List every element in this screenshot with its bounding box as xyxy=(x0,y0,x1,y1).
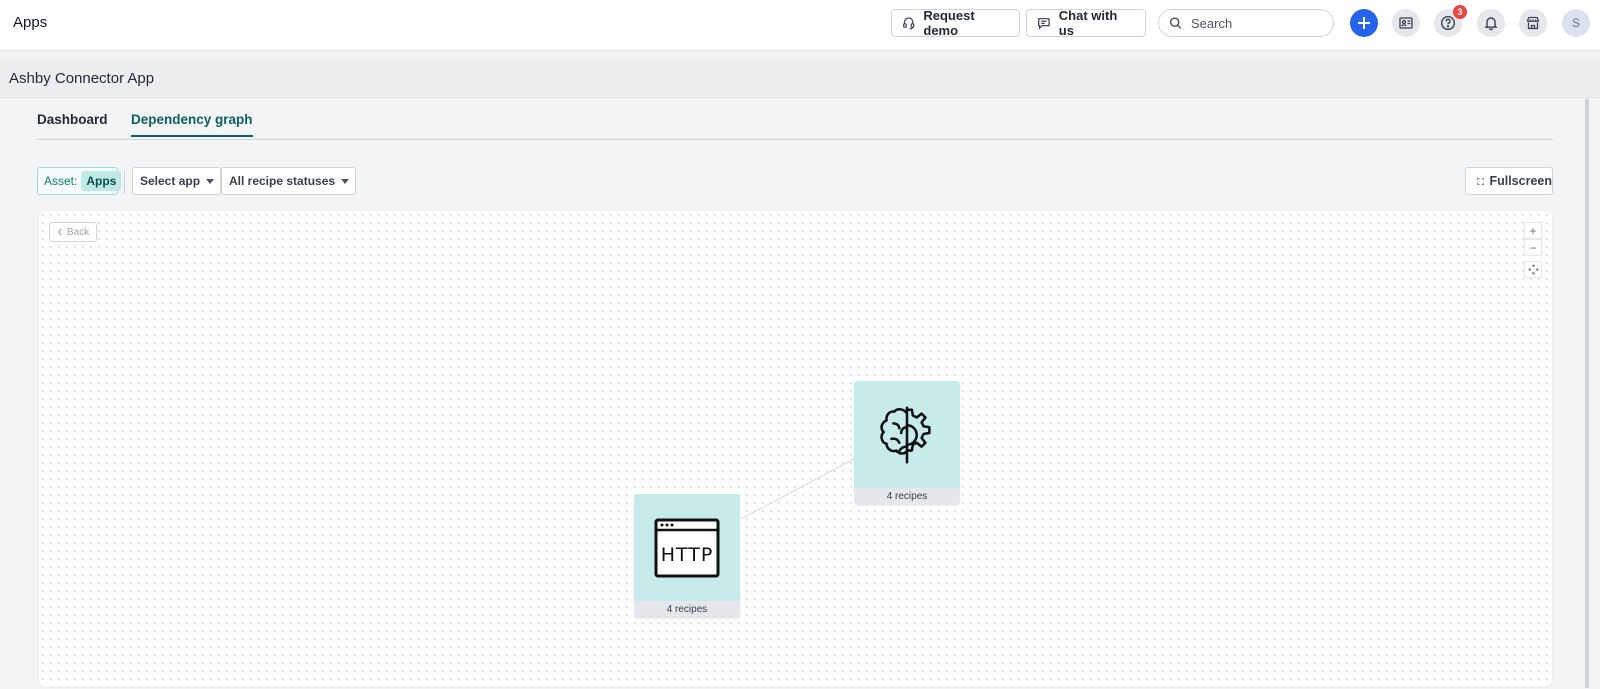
store-icon xyxy=(1526,16,1540,30)
fullscreen-button[interactable]: Fullscreen xyxy=(1465,167,1553,195)
vertical-scrollbar[interactable] xyxy=(1585,99,1589,688)
bell-icon xyxy=(1484,17,1498,31)
notification-count-badge: 3 xyxy=(1453,5,1467,19)
request-demo-button[interactable]: Request demo xyxy=(891,8,1020,38)
node-recipe-count: 4 recipes xyxy=(854,488,960,505)
node-icon-area: HTTP xyxy=(634,494,740,601)
user-avatar[interactable]: S xyxy=(1562,9,1590,37)
select-app-dropdown[interactable]: Select app xyxy=(132,167,222,195)
notifications-button[interactable] xyxy=(1477,9,1505,37)
request-demo-label: Request demo xyxy=(923,8,975,38)
avatar-initial: S xyxy=(1571,16,1580,30)
recipe-status-dropdown[interactable]: All recipe statuses xyxy=(221,167,357,195)
brain-gear-icon xyxy=(880,406,931,463)
chat-bubble-icon xyxy=(1038,18,1050,30)
help-button[interactable]: 3 xyxy=(1434,5,1467,37)
http-icon: HTTP xyxy=(654,518,720,577)
tab-dashboard[interactable]: Dashboard xyxy=(37,112,108,135)
question-circle-icon xyxy=(1440,15,1456,31)
page-header: Ashby Connector App xyxy=(0,59,1600,98)
id-card-icon xyxy=(1399,17,1413,29)
search-icon xyxy=(1169,17,1182,29)
caret-down-icon xyxy=(341,178,350,184)
app-title: Apps xyxy=(13,14,48,31)
svg-text:HTTP: HTTP xyxy=(661,544,714,566)
marketplace-button[interactable] xyxy=(1519,9,1547,37)
asset-filter[interactable]: Asset: Apps xyxy=(37,167,122,195)
create-new-button[interactable] xyxy=(1350,9,1378,37)
workspace-switcher-button[interactable] xyxy=(1392,9,1420,37)
asset-filter-label: Asset: xyxy=(44,174,78,188)
caret-down-icon xyxy=(206,178,215,184)
tab-dependency-graph[interactable]: Dependency graph xyxy=(131,112,253,137)
graph-node-http-app[interactable]: HTTP 4 recipes xyxy=(634,494,740,618)
asset-filter-value: Apps xyxy=(81,171,122,191)
node-recipe-count: 4 recipes xyxy=(634,601,740,618)
search-box[interactable] xyxy=(1158,9,1334,37)
select-app-label: Select app xyxy=(140,174,201,188)
dependency-edge xyxy=(740,458,855,520)
page-title: Ashby Connector App xyxy=(9,70,155,87)
fullscreen-label: Fullscreen xyxy=(1489,174,1552,188)
top-navigation-bar: Apps Request demo Chat with us 3 xyxy=(0,0,1600,51)
filter-divider xyxy=(124,170,125,194)
plus-icon xyxy=(1358,17,1370,29)
search-input[interactable] xyxy=(1189,14,1323,32)
chat-with-us-button[interactable]: Chat with us xyxy=(1026,8,1146,38)
headset-icon xyxy=(903,17,915,30)
chat-with-us-label: Chat with us xyxy=(1058,8,1118,38)
dependency-graph-canvas[interactable]: Back + − 4 recipes HTTP 4 recipes xyxy=(38,210,1553,688)
expand-icon xyxy=(1477,177,1485,185)
graph-node-ai-app[interactable]: 4 recipes xyxy=(854,381,960,505)
tab-bar: Dashboard Dependency graph xyxy=(37,99,1553,140)
node-icon-area xyxy=(854,381,960,488)
recipe-status-label: All recipe statuses xyxy=(229,174,336,188)
